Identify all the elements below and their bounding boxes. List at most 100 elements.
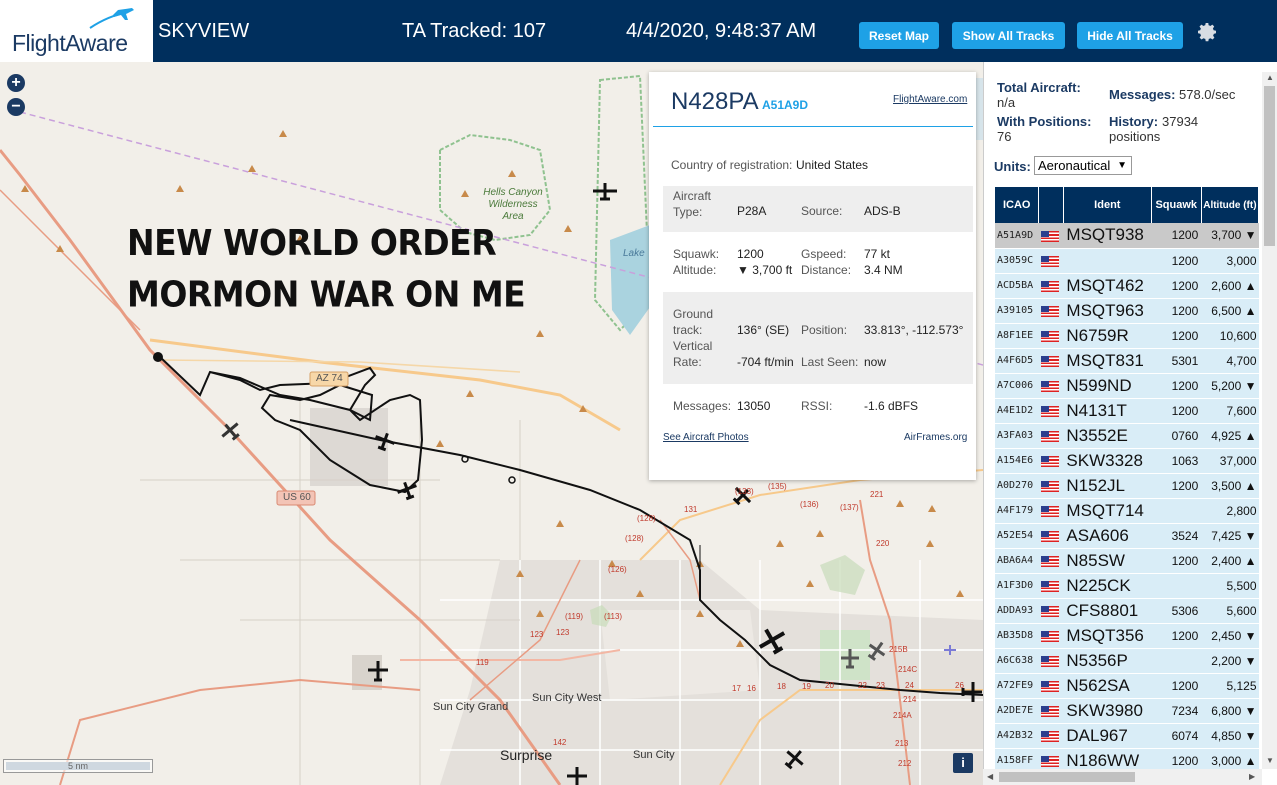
row-altitude: 10,600 <box>1201 323 1259 349</box>
rssi-label: RSSI: <box>801 399 833 413</box>
us-flag-icon <box>1038 523 1064 549</box>
horizontal-scroll-thumb[interactable] <box>999 772 1135 782</box>
table-row[interactable]: A42B32 DAL967 6074 4,850 ▼ <box>995 723 1259 749</box>
show-all-tracks-button[interactable]: Show All Tracks <box>952 22 1065 49</box>
row-icao: A52E54 <box>995 523 1039 549</box>
flightaware-logo[interactable]: FlightAware <box>0 0 153 62</box>
route-number: 123 <box>530 630 544 639</box>
row-icao: A3FA03 <box>995 423 1039 449</box>
hide-all-tracks-button[interactable]: Hide All Tracks <box>1077 22 1183 49</box>
table-row[interactable]: A2DE7E SKW3980 7234 6,800 ▼ <box>995 698 1259 724</box>
us-flag-icon <box>1038 398 1064 424</box>
airframes-link[interactable]: AirFrames.org <box>904 432 967 443</box>
route-number: 212 <box>898 759 912 768</box>
table-row[interactable]: A0D270 N152JL 1200 3,500 ▲ <box>995 473 1259 499</box>
rssi-value: -1.6 dBFS <box>864 399 919 413</box>
table-row[interactable]: A8F1EE N6759R 1200 10,600 <box>995 323 1259 349</box>
horizontal-scrollbar[interactable]: ◀ ▶ <box>983 769 1262 785</box>
aircraft-sidebar: Total Aircraft: n/a Messages: 578.0/sec … <box>983 62 1277 785</box>
table-row[interactable]: A4F6D5 MSQT831 5301 4,700 <box>995 348 1259 374</box>
table-row[interactable]: A7C006 N599ND 1200 5,200 ▼ <box>995 373 1259 399</box>
route-number: 23 <box>876 681 885 690</box>
source-label: Source: <box>801 204 843 218</box>
row-ident: N599ND <box>1063 373 1152 399</box>
route-number: (137) <box>840 503 859 512</box>
row-altitude: 7,600 <box>1201 398 1259 424</box>
table-row[interactable]: A39105 MSQT963 1200 6,500 ▲ <box>995 298 1259 324</box>
row-ident: MSQT462 <box>1063 273 1152 299</box>
table-row[interactable]: A1F3D0 N225CK 5,500 <box>995 573 1259 599</box>
column-ident[interactable]: Ident <box>1063 187 1152 223</box>
table-row[interactable]: A6C638 N5356P 2,200 ▼ <box>995 648 1259 674</box>
aircraft-marker-icon[interactable] <box>593 183 617 201</box>
route-number: 142 <box>553 738 567 747</box>
table-row[interactable]: ACD5BA MSQT462 1200 2,600 ▲ <box>995 273 1259 299</box>
us-flag-icon <box>1038 598 1064 624</box>
history-label: History: <box>1109 114 1159 129</box>
vertical-scrollbar[interactable]: ▲ ▼ <box>1262 72 1277 769</box>
row-ident: MSQT831 <box>1063 348 1152 374</box>
us-flag-icon <box>1038 548 1064 574</box>
vertical-scroll-thumb[interactable] <box>1264 86 1275 246</box>
row-squawk: 1200 <box>1151 323 1202 349</box>
ground-track-value: 136° (SE) <box>737 323 790 337</box>
row-ident: N152JL <box>1063 473 1152 499</box>
table-row[interactable]: A72FE9 N562SA 1200 5,125 <box>995 673 1259 699</box>
table-row[interactable]: A4F179 MSQT714 2,800 <box>995 498 1259 524</box>
column-squawk[interactable]: Squawk <box>1151 187 1202 223</box>
row-altitude: 2,800 <box>1201 498 1259 524</box>
aircraft-photos-link[interactable]: See Aircraft Photos <box>663 432 749 443</box>
info-button[interactable]: i <box>953 753 973 773</box>
table-row[interactable]: A3FA03 N3552E 0760 4,925 ▲ <box>995 423 1259 449</box>
top-header: FlightAware SKYVIEW TA Tracked: 107 4/4/… <box>0 0 1277 62</box>
route-number: 26 <box>955 681 964 690</box>
row-icao: A1F3D0 <box>995 573 1039 599</box>
row-icao: A6C638 <box>995 648 1039 674</box>
aircraft-hex[interactable]: A51A9D <box>762 98 808 112</box>
gear-icon[interactable] <box>1195 20 1219 44</box>
current-datetime: 4/4/2020, 9:48:37 AM <box>626 20 817 42</box>
table-row[interactable]: A4E1D2 N4131T 1200 7,600 <box>995 398 1259 424</box>
us-flag-icon <box>1038 623 1064 649</box>
column-altitude[interactable]: Altitude (ft) <box>1201 187 1260 223</box>
table-header-row: ICAO Ident Squawk Altitude (ft) <box>995 187 1260 223</box>
scale-bar: 5 nm <box>3 759 153 773</box>
row-icao: AB35D8 <box>995 623 1039 649</box>
logo-text: FlightAware <box>12 30 128 56</box>
row-altitude: 2,450 ▼ <box>1201 623 1259 649</box>
row-altitude: 4,700 <box>1201 348 1259 374</box>
row-icao: A0D270 <box>995 473 1039 499</box>
popup-divider <box>653 126 973 127</box>
row-icao: ADDA93 <box>995 598 1039 624</box>
flightaware-link[interactable]: FlightAware.com <box>893 94 967 105</box>
messages-rate-label: Messages: <box>1109 87 1176 102</box>
table-row[interactable]: A51A9D MSQT938 1200 3,700 ▼ <box>995 223 1259 249</box>
vertical-rate-value: -704 ft/min <box>737 355 794 369</box>
row-altitude: 3,000 <box>1201 248 1259 274</box>
row-icao: A39105 <box>995 298 1039 324</box>
with-positions-value: 76 <box>997 129 1012 144</box>
us-flag-icon <box>1038 573 1064 599</box>
row-altitude: 2,600 ▲ <box>1201 273 1259 299</box>
map-label: Sun City Grand <box>433 701 509 713</box>
row-icao: A4F6D5 <box>995 348 1039 374</box>
zoom-in-button[interactable]: + <box>7 74 25 92</box>
column-icao[interactable]: ICAO <box>995 187 1040 223</box>
us-flag-icon <box>1038 273 1064 299</box>
zoom-out-button[interactable]: − <box>7 98 25 116</box>
row-squawk <box>1151 498 1202 524</box>
table-row[interactable]: AB35D8 MSQT356 1200 2,450 ▼ <box>995 623 1259 649</box>
table-row[interactable]: A154E6 SKW3328 1063 37,000 <box>995 448 1259 474</box>
table-row[interactable]: ADDA93 CFS8801 5306 5,600 <box>995 598 1259 624</box>
row-icao: A4E1D2 <box>995 398 1039 424</box>
us-flag-icon <box>1038 223 1064 249</box>
row-ident: SKW3980 <box>1063 698 1152 724</box>
reset-map-button[interactable]: Reset Map <box>859 22 939 49</box>
table-row[interactable]: ABA6A4 N85SW 1200 2,400 ▲ <box>995 548 1259 574</box>
table-row[interactable]: A52E54 ASA606 3524 7,425 ▼ <box>995 523 1259 549</box>
route-number: 214 <box>903 695 917 704</box>
units-select[interactable]: Aeronautical ▼ <box>1034 156 1132 175</box>
map-label: Sun City West <box>532 692 602 704</box>
row-altitude: 6,500 ▲ <box>1201 298 1259 324</box>
table-row[interactable]: A3059C 1200 3,000 <box>995 248 1259 274</box>
